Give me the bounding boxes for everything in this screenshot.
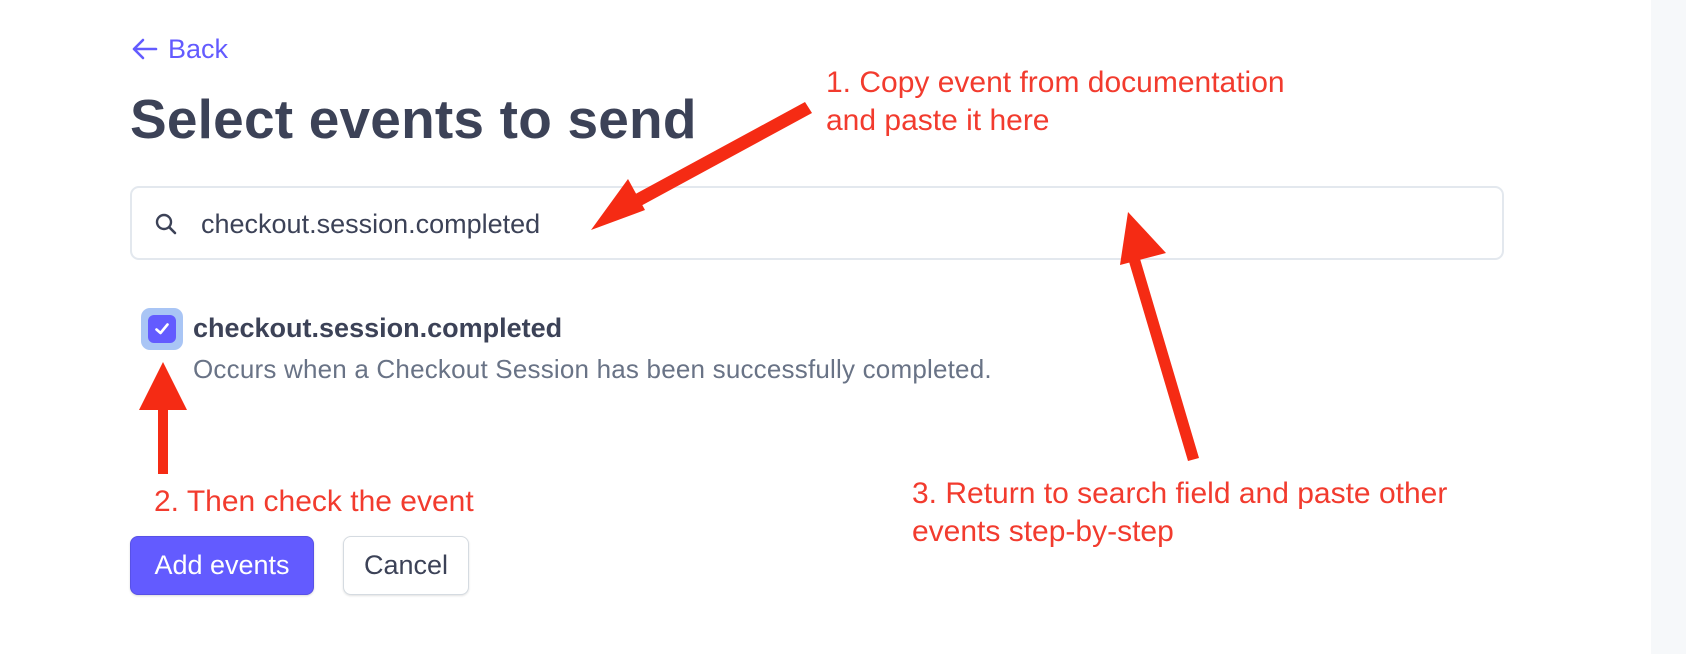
search-icon — [154, 212, 178, 236]
event-search-field[interactable] — [130, 186, 1504, 260]
event-list-item: checkout.session.completed Occurs when a… — [141, 308, 1141, 388]
checkbox-checked — [148, 315, 176, 343]
annotation-step-1: 1. Copy event from documentation and pas… — [826, 64, 1285, 140]
annotation-step-3: 3. Return to search field and paste othe… — [912, 475, 1447, 551]
add-events-button[interactable]: Add events — [130, 536, 314, 595]
event-checkbox[interactable] — [141, 308, 183, 350]
annotation-step-3-line-1: 3. Return to search field and paste othe… — [912, 477, 1448, 510]
right-panel-edge — [1651, 0, 1686, 654]
back-label: Back — [168, 33, 229, 64]
annotation-step-1-line-1: 1. Copy event from documentation — [826, 66, 1285, 99]
arrow-left-icon — [130, 37, 158, 61]
page-title: Select events to send — [130, 88, 697, 150]
event-search-input[interactable] — [201, 202, 1481, 246]
annotation-step-3-line-2: events step-by-step — [912, 515, 1174, 548]
event-description: Occurs when a Checkout Session has been … — [193, 354, 992, 384]
page: Back Select events to send checkout.sess… — [0, 0, 1686, 654]
annotation-step-2: 2. Then check the event — [154, 485, 474, 518]
annotation-step-1-line-2: and paste it here — [826, 104, 1050, 137]
cancel-button[interactable]: Cancel — [343, 536, 469, 595]
checkmark-icon — [155, 323, 169, 335]
event-name: checkout.session.completed — [193, 313, 563, 343]
back-link[interactable]: Back — [130, 32, 228, 66]
